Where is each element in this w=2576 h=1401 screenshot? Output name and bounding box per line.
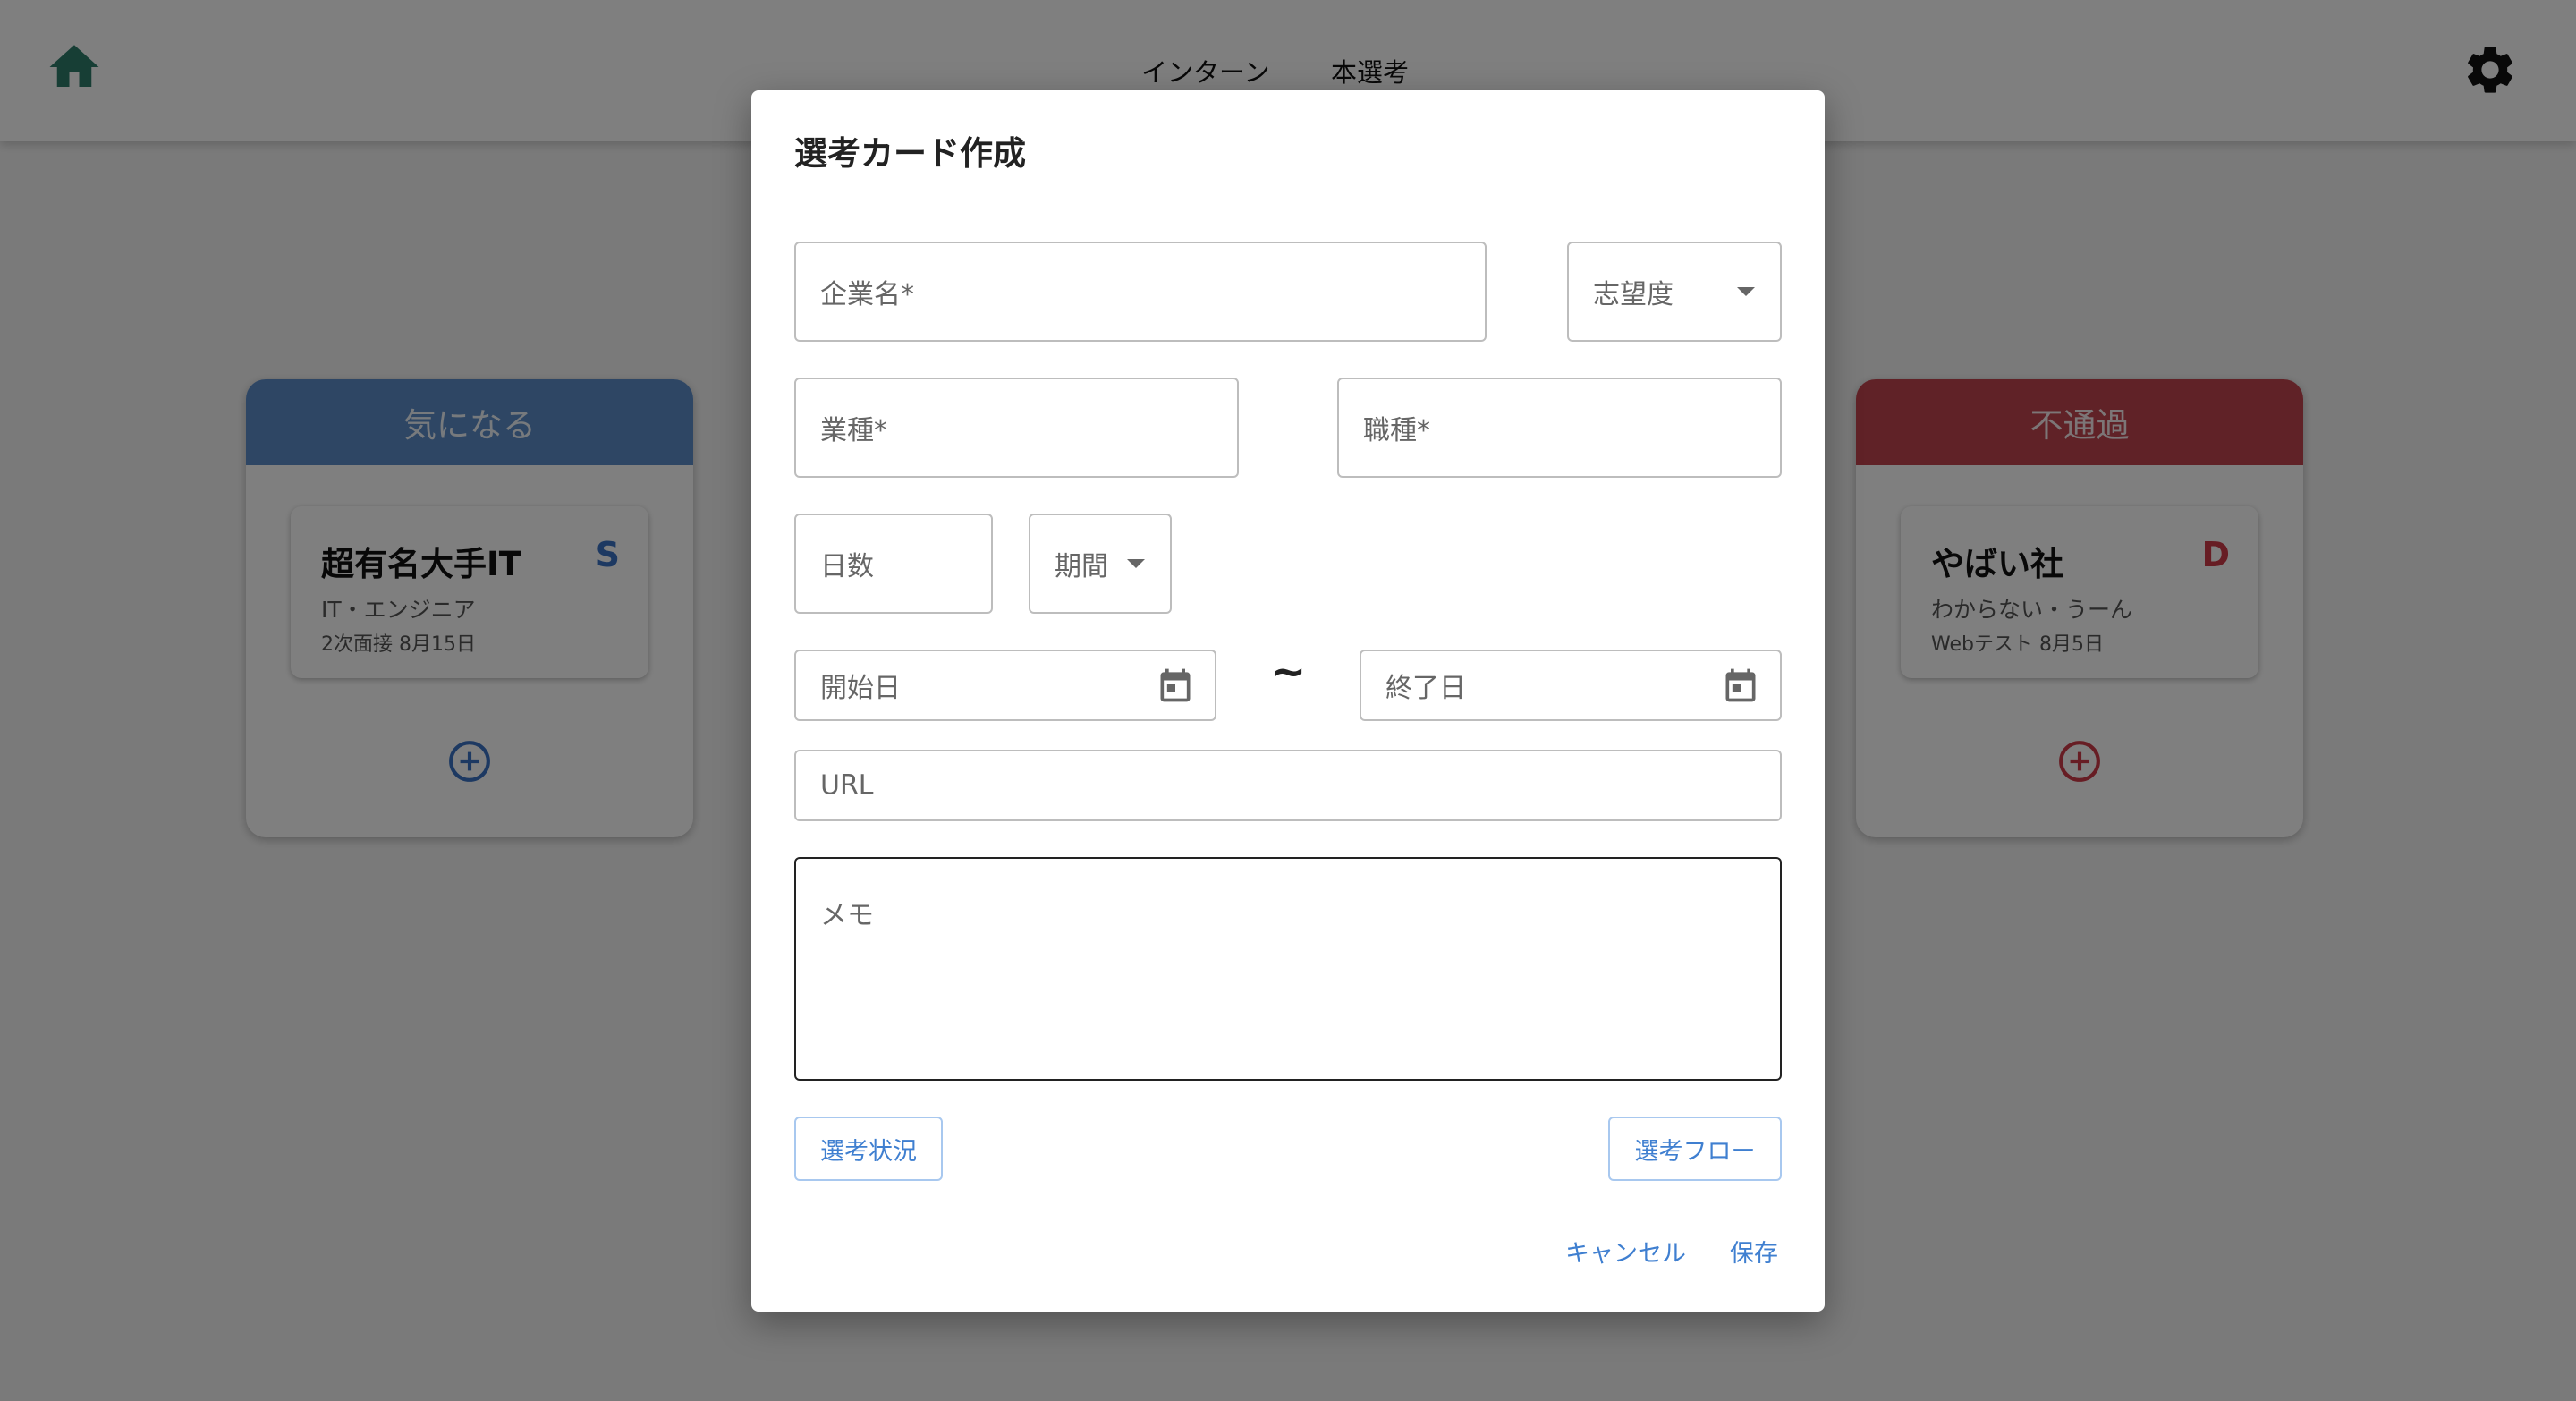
create-card-dialog: 選考カード作成 企業名* 志望度 業種* 職種* 日数 期間 開始日 ~ 終了日… <box>751 90 1825 1312</box>
job-type-field[interactable]: 職種* <box>1337 378 1782 478</box>
chevron-down-icon <box>1737 287 1755 296</box>
start-date-field[interactable]: 開始日 <box>794 650 1216 721</box>
selection-flow-button[interactable]: 選考フロー <box>1608 1117 1782 1181</box>
chevron-down-icon <box>1127 559 1145 568</box>
end-date-field[interactable]: 終了日 <box>1360 650 1782 721</box>
period-select[interactable]: 期間 <box>1029 514 1172 614</box>
preference-select[interactable]: 志望度 <box>1567 242 1782 342</box>
industry-field[interactable]: 業種* <box>794 378 1239 478</box>
url-field[interactable]: URL <box>794 750 1782 821</box>
date-range-separator: ~ <box>1270 647 1307 697</box>
field-label: 終了日 <box>1385 673 1466 704</box>
days-field[interactable]: 日数 <box>794 514 993 614</box>
dialog-title: 選考カード作成 <box>794 134 1026 173</box>
field-label: 職種* <box>1363 415 1430 446</box>
field-label: メモ <box>820 900 874 931</box>
field-label: 業種* <box>820 415 887 446</box>
memo-field[interactable]: メモ <box>794 857 1782 1081</box>
selection-status-button[interactable]: 選考状況 <box>794 1117 943 1181</box>
field-label: 開始日 <box>820 673 901 704</box>
field-label: 期間 <box>1055 551 1108 582</box>
field-label: 企業名* <box>820 279 914 310</box>
save-button[interactable]: 保存 <box>1730 1234 1778 1269</box>
field-label: 志望度 <box>1593 279 1674 310</box>
calendar-icon[interactable] <box>1156 666 1195 705</box>
field-label: 日数 <box>820 551 874 582</box>
company-name-field[interactable]: 企業名* <box>794 242 1487 342</box>
calendar-icon[interactable] <box>1721 666 1760 705</box>
cancel-button[interactable]: キャンセル <box>1565 1234 1686 1269</box>
field-label: URL <box>820 769 874 802</box>
